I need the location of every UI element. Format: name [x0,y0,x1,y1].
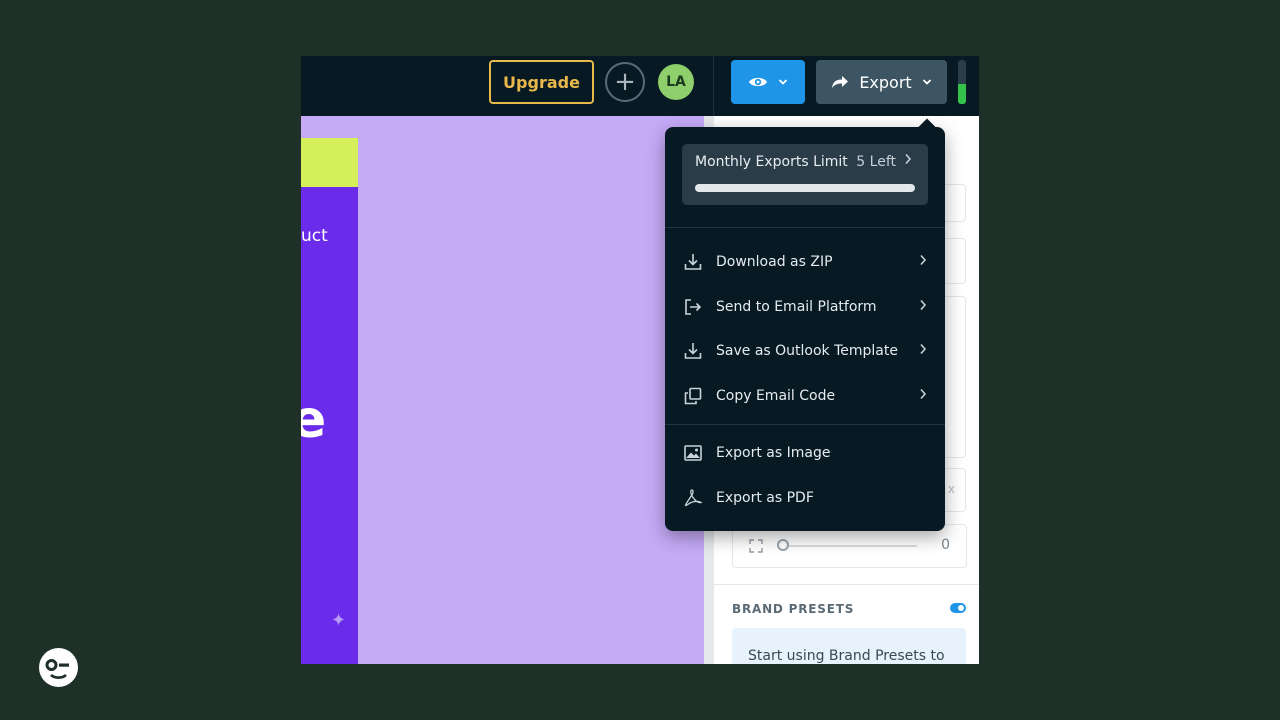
menu-item-send-email-platform[interactable]: Send to Email Platform [665,287,945,327]
brand-logo [39,648,78,687]
chevron-right-icon [919,299,927,315]
chevron-down-icon [778,79,788,85]
add-button[interactable]: + [605,62,645,102]
menu-item-label: Export as Image [716,445,831,461]
canvas-partial-text: uct [301,226,328,246]
menu-item-label: Download as ZIP [716,254,833,270]
limit-remaining: 5 Left [856,154,896,170]
plus-icon: + [614,67,636,97]
send-external-icon [685,299,702,315]
menu-divider [665,227,945,228]
limit-progress-bar [695,184,915,192]
panel-divider [714,584,979,585]
chevron-right-icon [904,153,912,169]
menu-item-save-outlook-template[interactable]: Save as Outlook Template [665,331,945,371]
menu-item-label: Export as PDF [716,490,814,506]
download-icon [684,254,702,270]
topbar-divider [713,56,714,116]
menu-item-download-zip[interactable]: Download as ZIP [665,242,945,282]
upgrade-button[interactable]: Upgrade [489,60,594,104]
menu-item-label: Save as Outlook Template [716,343,898,359]
avatar[interactable]: LA [658,64,694,100]
chevron-right-icon [919,343,927,359]
limit-progress-fill [695,184,915,192]
usage-meter-fill [958,84,966,104]
canvas-lime-block[interactable] [301,138,358,187]
menu-item-label: Send to Email Platform [716,299,877,315]
canvas-partial-heading: e [301,390,327,450]
menu-item-copy-email-code[interactable]: Copy Email Code [665,376,945,416]
fullscreen-icon [749,539,763,553]
slider-handle[interactable] [777,539,789,551]
menu-item-export-image[interactable]: Export as Image [665,433,945,473]
brand-presets-title: BRAND PRESETS [732,602,855,616]
share-arrow-icon [832,76,849,88]
sparkle-icon: ✦ [331,610,347,631]
top-bar: Upgrade + LA Export [301,56,979,116]
brand-presets-card[interactable]: Start using Brand Presets to [732,628,966,664]
download-icon [684,343,702,359]
slider-track[interactable] [787,545,917,547]
export-button[interactable]: Export [816,60,947,104]
slider-value: 0 [941,537,950,553]
preview-button[interactable] [731,60,805,104]
menu-item-export-pdf[interactable]: Export as PDF [665,478,945,518]
image-icon [684,445,702,461]
brand-presets-toggle[interactable] [950,603,966,613]
chevron-right-icon [919,254,927,270]
export-button-label: Export [859,72,912,92]
menu-item-label: Copy Email Code [716,388,836,404]
monthly-exports-limit[interactable]: Monthly Exports Limit 5 Left [682,144,928,205]
eye-icon [749,77,767,87]
usage-meter [958,60,966,104]
unit-label: x [947,482,955,496]
limit-title: Monthly Exports Limit [695,154,848,170]
menu-divider [665,424,945,425]
logo-face-icon [45,659,69,680]
copy-icon [684,387,702,405]
export-menu: Monthly Exports Limit 5 Left Download as… [665,118,945,531]
brand-presets-text: Start using Brand Presets to [748,648,945,664]
chevron-right-icon [919,388,927,404]
pdf-icon [684,489,703,507]
chevron-down-icon [922,79,931,85]
email-canvas[interactable]: uct e ✦ [301,116,704,664]
